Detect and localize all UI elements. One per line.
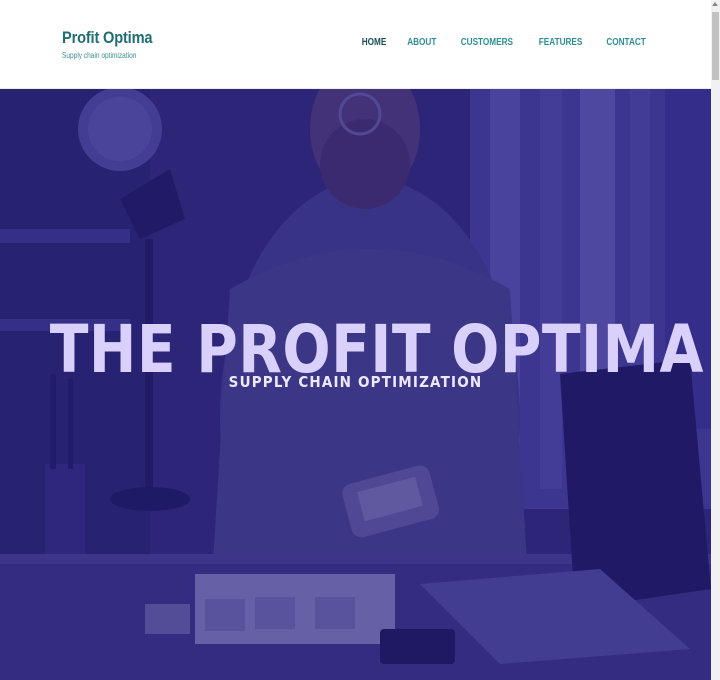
brand-tagline: Supply chain optimization [62, 51, 137, 60]
main-nav: HOME ABOUT CUSTOMERS FEATURES CONTACT [359, 37, 650, 48]
nav-home-link[interactable]: HOME [362, 37, 387, 48]
hero-subtitle: SUPPLY CHAIN OPTIMIZATION [228, 373, 483, 391]
page-scrollbar[interactable] [711, 0, 720, 680]
hero-section: THE PROFIT OPTIMA SUPPLY CHAIN OPTIMIZAT… [0, 89, 711, 680]
page: Profit Optima Supply chain optimization … [0, 0, 720, 680]
nav-features-link[interactable]: FEATURES [538, 37, 582, 48]
brand-name: Profit Optima [62, 28, 153, 47]
nav-contact-link[interactable]: CONTACT [606, 37, 645, 48]
brand-logo[interactable]: Profit Optima Supply chain optimization [62, 28, 167, 60]
scrollbar-thumb[interactable] [712, 12, 719, 80]
nav-about-link[interactable]: ABOUT [408, 37, 437, 48]
site-header: Profit Optima Supply chain optimization … [0, 0, 711, 89]
nav-customers-link[interactable]: CUSTOMERS [461, 37, 513, 48]
scroll-up-arrow-icon[interactable] [712, 2, 718, 6]
